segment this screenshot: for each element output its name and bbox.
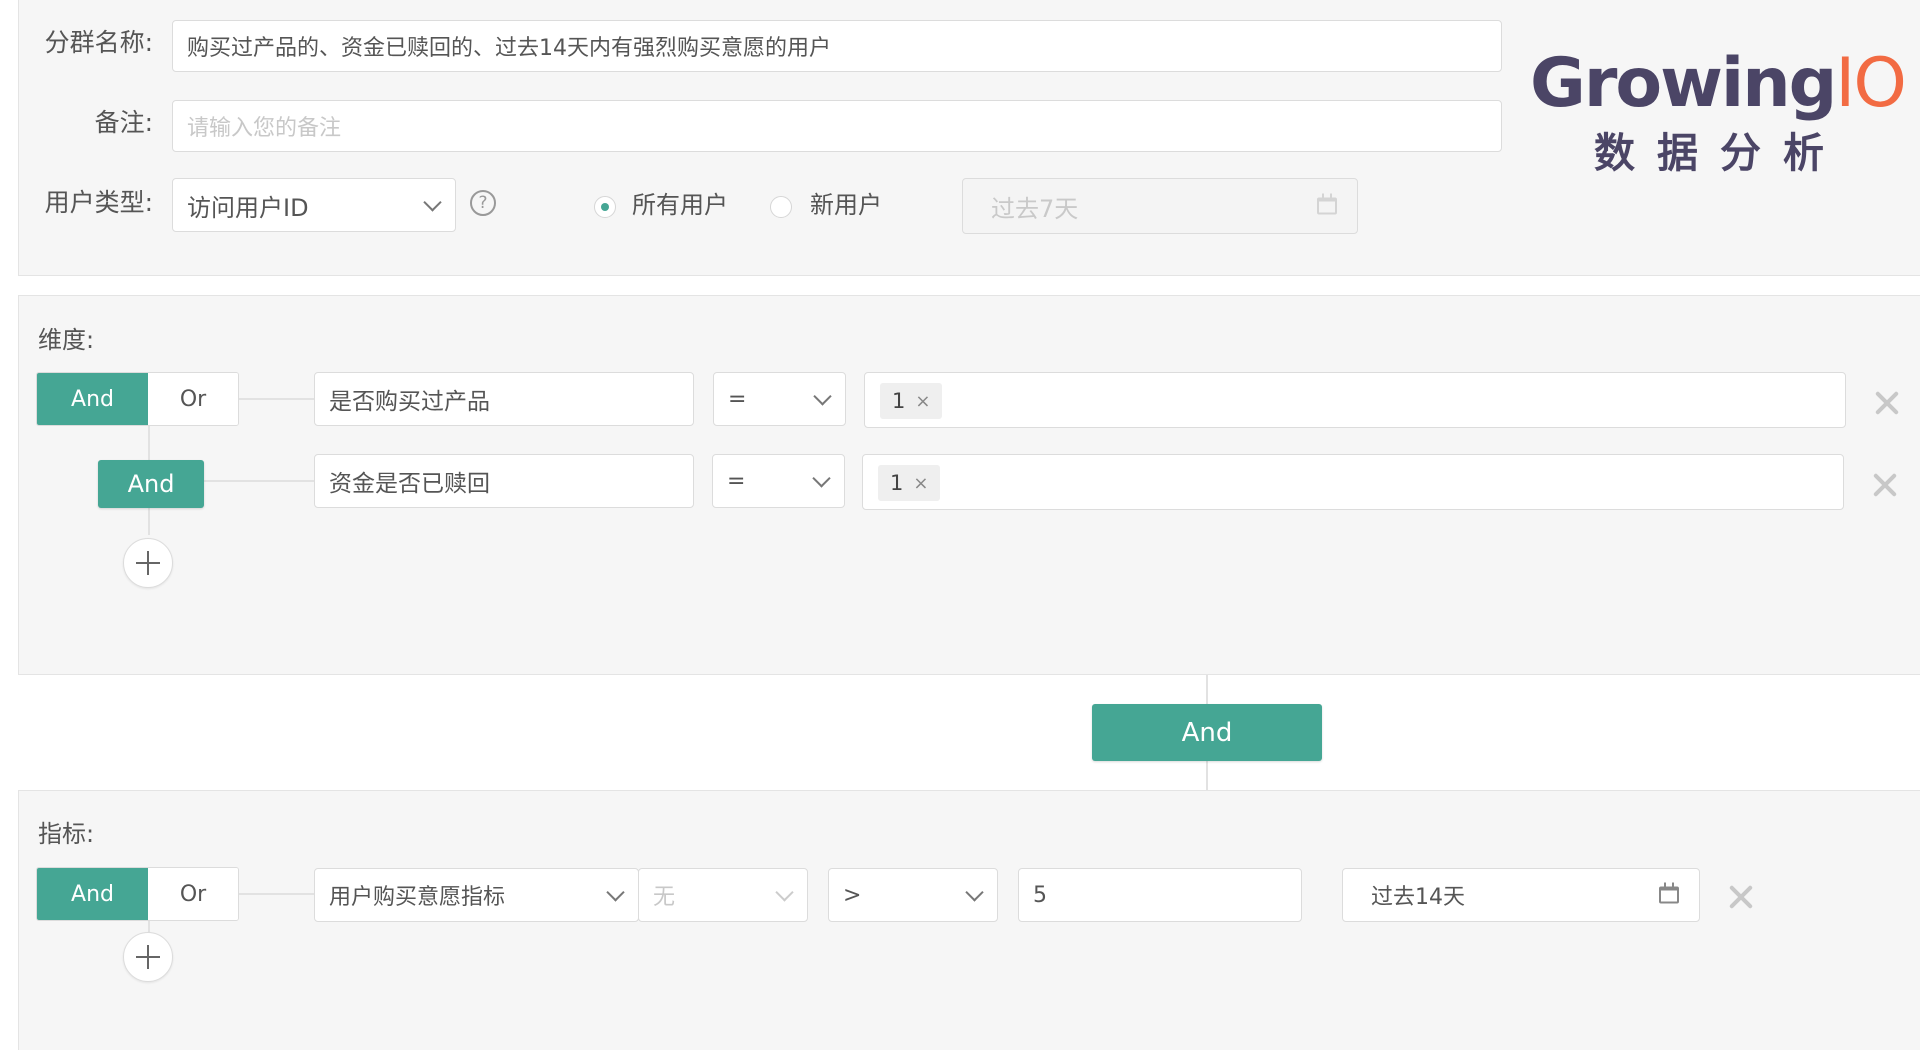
metric-and-or-toggle[interactable]: And Or <box>36 867 239 921</box>
value-tag: 1 × <box>880 383 943 419</box>
dimension-operator-2-value: = <box>727 468 746 494</box>
logo-wordmark: GrowingIO <box>1530 44 1907 124</box>
nested-and-button[interactable]: And <box>98 460 204 508</box>
metric-sub-select[interactable]: 无 <box>638 868 808 922</box>
dimension-operator-1-value: = <box>728 386 747 412</box>
dimension-operator-1[interactable]: = <box>713 372 846 426</box>
dimension-field-1-value: 是否购买过产品 <box>329 389 490 415</box>
metric-period-picker[interactable]: 过去14天 <box>1342 868 1700 922</box>
help-icon[interactable]: ? <box>470 190 496 216</box>
dimension-values-2[interactable] <box>862 454 1844 510</box>
calendar-icon <box>1317 193 1337 215</box>
metric-select[interactable]: 用户购买意愿指标 <box>314 868 639 922</box>
close-icon[interactable] <box>1874 390 1900 416</box>
note-label: 备注: <box>94 108 153 137</box>
chevron-down-icon <box>775 883 794 902</box>
dimension-and-button[interactable]: And <box>37 373 148 425</box>
value-tag-text: 1 <box>890 471 904 495</box>
add-metric-icon[interactable] <box>123 932 173 982</box>
user-type-label: 用户类型: <box>44 188 153 217</box>
dimension-title: 维度: <box>38 326 95 354</box>
dimension-field-2[interactable]: 资金是否已赎回 <box>314 454 694 508</box>
connector-line <box>238 398 316 400</box>
connector-line <box>204 480 316 482</box>
radio-all-users[interactable] <box>594 196 616 218</box>
dimension-field-1[interactable]: 是否购买过产品 <box>314 372 694 426</box>
dimension-field-2-value: 资金是否已赎回 <box>329 471 490 497</box>
connector-line <box>238 893 316 895</box>
logo-brand-accent: IO <box>1835 44 1907 123</box>
tag-remove-icon[interactable]: × <box>913 473 928 494</box>
metric-and-button[interactable]: And <box>37 868 148 920</box>
tag-remove-icon[interactable]: × <box>915 391 930 412</box>
radio-new-users[interactable] <box>770 196 792 218</box>
metric-threshold-value: 5 <box>1033 882 1047 908</box>
dimension-and-or-toggle[interactable]: And Or <box>36 372 239 426</box>
period-picker-disabled: 过去7天 <box>962 178 1358 234</box>
period-value: 过去7天 <box>991 194 1079 223</box>
metric-period-value: 过去14天 <box>1371 885 1465 910</box>
close-icon[interactable] <box>1872 472 1898 498</box>
group-name-value: 购买过产品的、资金已赎回的、过去14天内有强烈购买意愿的用户 <box>187 36 831 61</box>
close-icon[interactable] <box>1728 884 1754 910</box>
dimension-or-button[interactable]: Or <box>148 373 238 425</box>
note-input[interactable]: 请输入您的备注 <box>172 100 1502 152</box>
dimension-values-1[interactable] <box>864 372 1846 428</box>
note-placeholder: 请输入您的备注 <box>187 116 342 141</box>
metric-operator-select[interactable]: > <box>828 868 998 922</box>
metric-sub-value: 无 <box>653 885 676 910</box>
chevron-down-icon <box>606 883 625 902</box>
metric-title: 指标: <box>38 820 95 848</box>
join-and-button[interactable]: And <box>1092 704 1322 761</box>
growingio-logo: GrowingIO 数据分析 <box>1530 44 1907 182</box>
dimension-operator-2[interactable]: = <box>712 454 845 508</box>
radio-all-users-label: 所有用户 <box>632 191 728 219</box>
value-tag: 1 × <box>878 465 941 501</box>
user-type-select[interactable]: 访问用户ID <box>172 178 456 232</box>
chevron-down-icon <box>813 387 832 406</box>
metric-or-button[interactable]: Or <box>148 868 238 920</box>
group-name-label: 分群名称: <box>44 28 153 57</box>
metric-operator-value: > <box>843 882 862 908</box>
metric-threshold-input[interactable]: 5 <box>1018 868 1302 922</box>
chevron-down-icon <box>423 193 442 212</box>
chevron-down-icon <box>812 469 831 488</box>
chevron-down-icon <box>965 883 984 902</box>
user-type-value: 访问用户ID <box>187 193 309 222</box>
value-tag-text: 1 <box>892 389 906 413</box>
add-dimension-icon[interactable] <box>123 538 173 588</box>
metric-select-value: 用户购买意愿指标 <box>329 885 506 910</box>
logo-brand-main: Growing <box>1530 44 1837 123</box>
radio-new-users-label: 新用户 <box>810 191 882 219</box>
logo-subtitle: 数据分析 <box>1594 129 1846 177</box>
group-name-input[interactable]: 购买过产品的、资金已赎回的、过去14天内有强烈购买意愿的用户 <box>172 20 1502 72</box>
calendar-icon <box>1659 882 1679 904</box>
